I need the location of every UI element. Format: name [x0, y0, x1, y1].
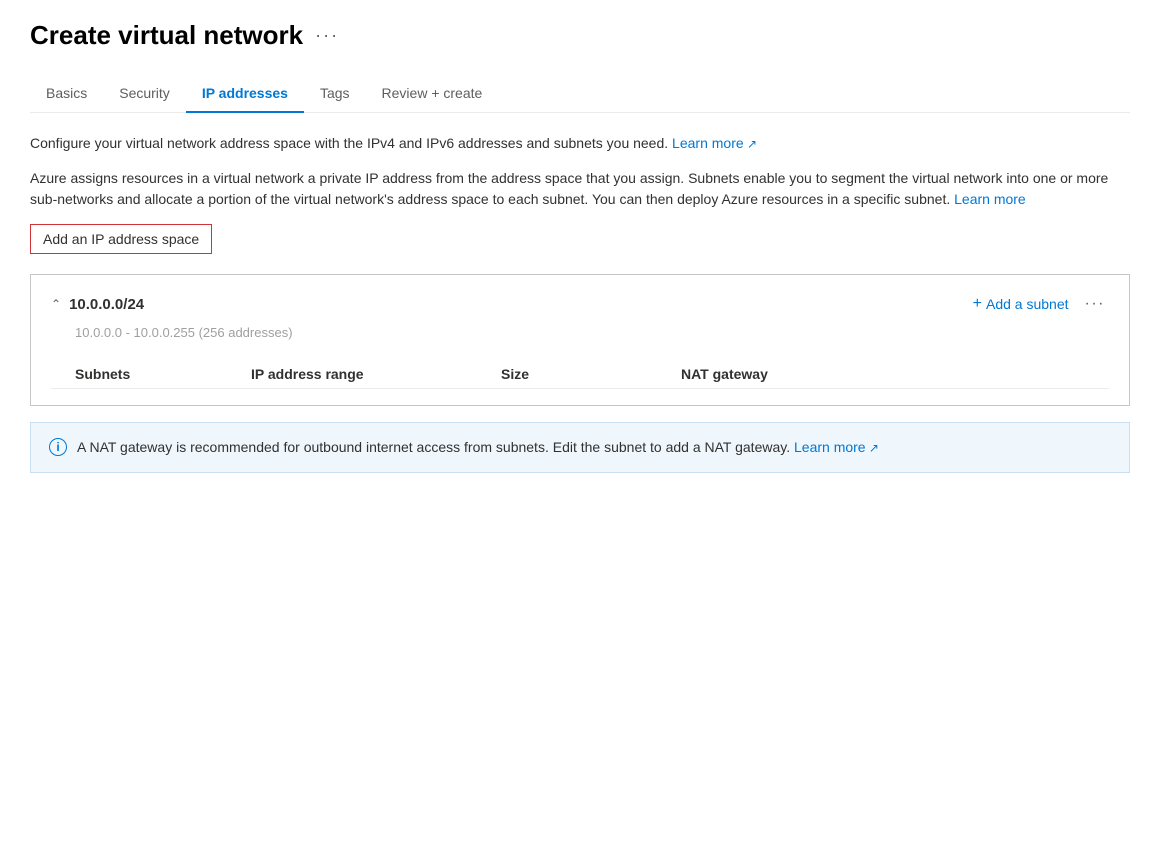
plus-icon: +: [973, 295, 982, 313]
tab-nav: Basics Security IP addresses Tags Review…: [30, 75, 1130, 113]
page-more-icon[interactable]: ···: [315, 25, 339, 46]
info-icon: i: [49, 438, 67, 456]
learn-more-link-1[interactable]: Learn more: [672, 135, 757, 151]
col-size: Size: [501, 360, 681, 389]
collapse-chevron-icon[interactable]: ⌃: [51, 297, 61, 311]
nat-banner-text: A NAT gateway is recommended for outboun…: [77, 437, 879, 458]
learn-more-link-2[interactable]: Learn more: [954, 191, 1026, 207]
address-space-card: ⌃ 10.0.0.0/24 + Add a subnet ··· 10.0.0.…: [30, 274, 1130, 406]
address-space-more-options-button[interactable]: ···: [1081, 293, 1109, 315]
address-range-text: 10.0.0.0 - 10.0.0.255 (256 addresses): [51, 325, 1109, 340]
subnets-table: Subnets IP address range Size NAT gatewa…: [51, 360, 1109, 389]
description-2: Azure assigns resources in a virtual net…: [30, 168, 1130, 210]
nat-gateway-info-banner: i A NAT gateway is recommended for outbo…: [30, 422, 1130, 473]
nat-learn-more-link[interactable]: Learn more: [794, 439, 879, 455]
tab-security[interactable]: Security: [103, 75, 186, 113]
tab-basics[interactable]: Basics: [30, 75, 103, 113]
page-title: Create virtual network: [30, 20, 303, 51]
tab-ip-addresses[interactable]: IP addresses: [186, 75, 304, 113]
tab-review-create[interactable]: Review + create: [366, 75, 499, 113]
col-nat-gateway: NAT gateway: [681, 360, 1109, 389]
add-ip-address-space-button[interactable]: Add an IP address space: [30, 224, 212, 254]
col-ip-address-range: IP address range: [251, 360, 501, 389]
tab-tags[interactable]: Tags: [304, 75, 366, 113]
add-subnet-button[interactable]: + Add a subnet: [973, 291, 1069, 317]
address-space-cidr: 10.0.0.0/24: [69, 296, 144, 313]
description-1: Configure your virtual network address s…: [30, 133, 1130, 154]
col-subnets: Subnets: [51, 360, 251, 389]
